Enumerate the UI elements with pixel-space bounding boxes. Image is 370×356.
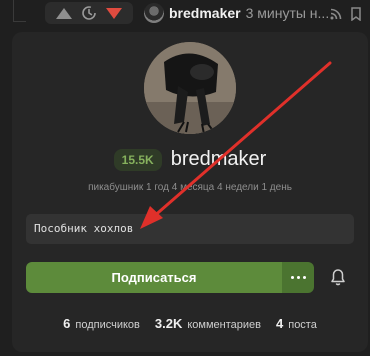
profile-card: 15.5K bredmaker пикабушник 1 год 4 месяц… <box>12 32 368 352</box>
subscribe-button[interactable]: Подписаться <box>26 262 282 293</box>
author-mini-avatar[interactable] <box>144 3 164 23</box>
clock-icon[interactable] <box>81 5 97 21</box>
author-mini-name[interactable]: bredmaker <box>169 5 241 21</box>
comments-label: комментариев <box>187 319 261 331</box>
downvote-icon[interactable] <box>106 7 123 19</box>
more-dot <box>296 276 300 279</box>
thread-line <box>13 0 14 22</box>
profile-about: Пособник хохлов <box>26 214 354 244</box>
profile-username[interactable]: bredmaker <box>171 148 267 171</box>
bookmark-icon[interactable] <box>350 7 362 26</box>
profile-avatar[interactable] <box>144 42 236 134</box>
upvote-icon[interactable] <box>55 7 72 19</box>
profile-stats: 6 подписчиков 3.2K комментариев 4 поста <box>12 316 368 331</box>
post-author[interactable]: bredmaker 3 минуты н... <box>144 3 329 23</box>
post-time: 3 минуты н... <box>245 5 330 21</box>
post-header-bar: bredmaker 3 минуты н... <box>0 0 370 30</box>
thread-line-hook <box>13 21 26 22</box>
rating-badge: 15.5K <box>113 148 162 171</box>
posts-count: 4 <box>276 316 284 331</box>
rss-icon[interactable] <box>330 7 342 25</box>
vote-controls <box>45 2 133 24</box>
more-icon[interactable] <box>282 262 314 293</box>
more-dot <box>290 276 294 279</box>
bell-icon[interactable] <box>330 268 346 291</box>
subscribers-count: 6 <box>63 316 71 331</box>
more-dot <box>302 276 306 279</box>
comments-count: 3.2K <box>154 316 183 331</box>
rating-row: 15.5K bredmaker <box>12 148 368 171</box>
member-since: пикабушник 1 год 4 месяца 4 недели 1 ден… <box>88 182 292 193</box>
subscribers-label: подписчиков <box>75 319 140 331</box>
posts-label: поста <box>288 319 317 331</box>
